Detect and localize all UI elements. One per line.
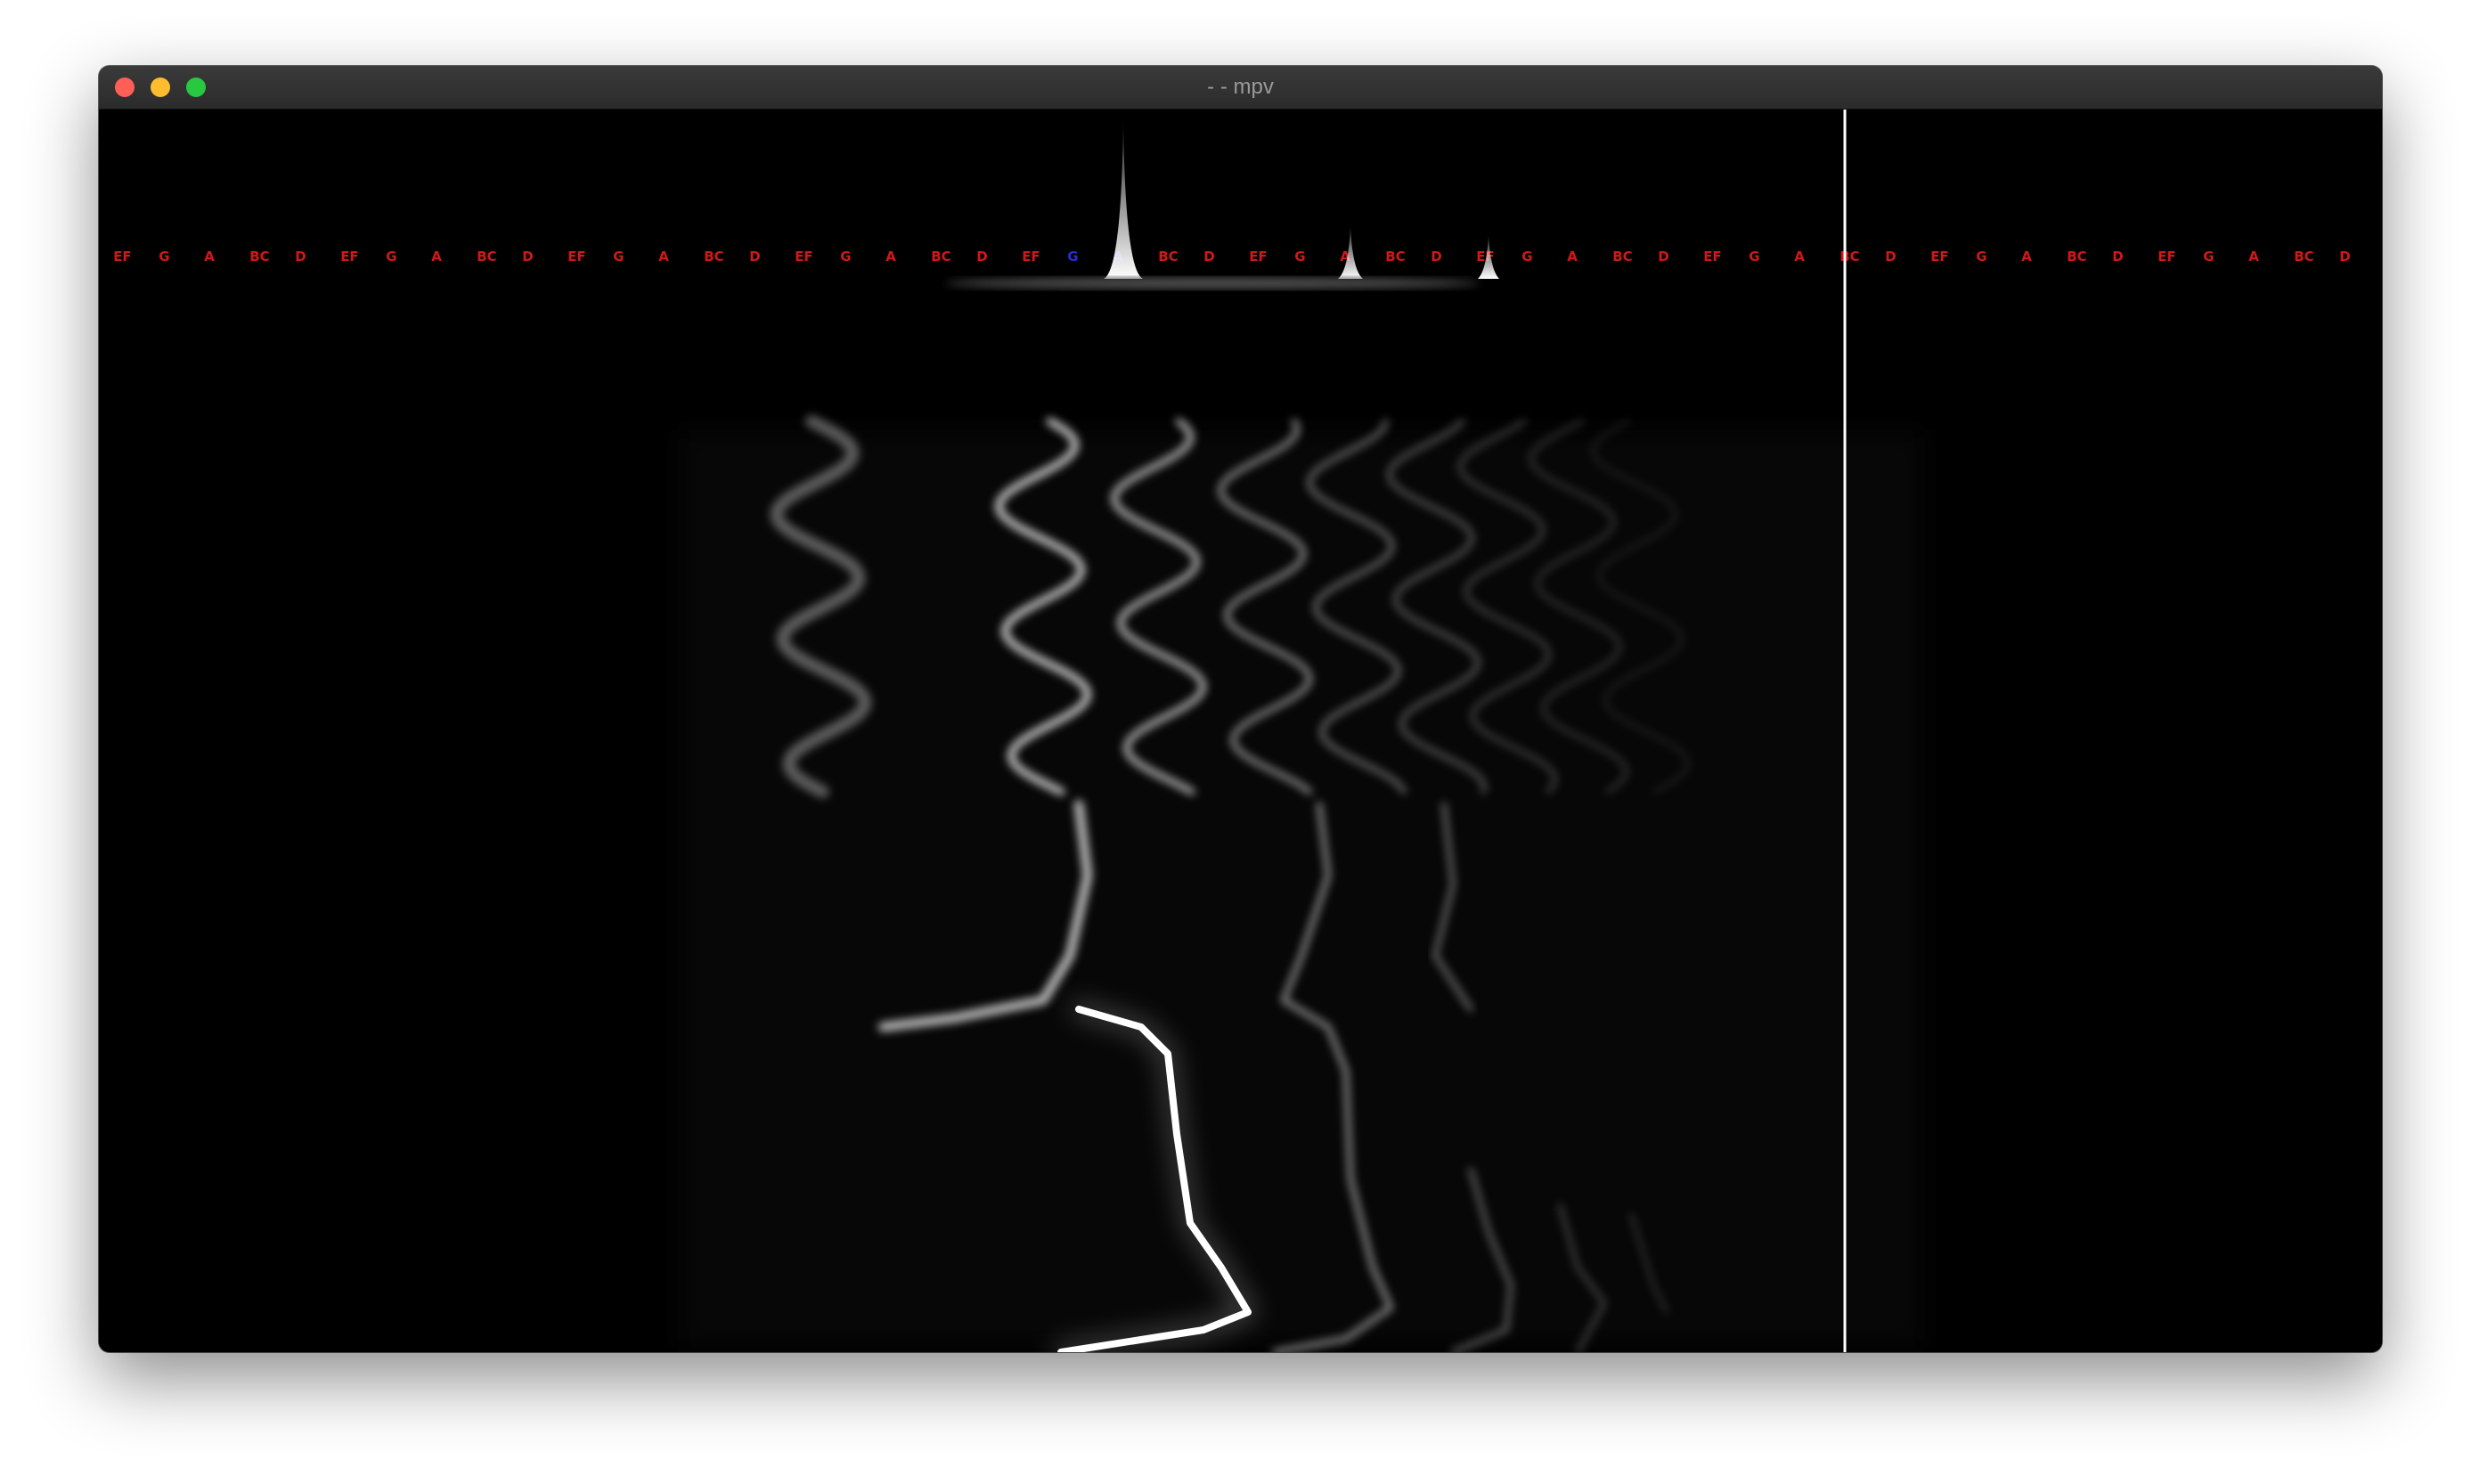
note-label: EF	[1930, 249, 1949, 265]
video-area[interactable]: EF G A BC D EF G A BC D EF G A BC D EF G A BC D EF G A BC D EF G A B…	[99, 110, 2382, 1352]
note-label: G	[1976, 249, 1986, 265]
note-label: D	[295, 249, 306, 265]
note-label: G	[1067, 249, 1078, 265]
note-label: D	[522, 249, 533, 265]
note-label: EF	[567, 249, 586, 265]
note-label: A	[204, 249, 215, 265]
note-label: BC	[1840, 249, 1859, 265]
note-label: D	[1431, 249, 1441, 265]
window-title: - - mpv	[1207, 75, 1274, 99]
note-label: G	[840, 249, 851, 265]
note-label: G	[613, 249, 624, 265]
note-label: BC	[2067, 249, 2086, 265]
note-label: G	[1749, 249, 1759, 265]
note-label-row: EF G A BC D EF G A BC D EF G A BC D EF G A BC D EF G A BC D EF G A B…	[113, 249, 2350, 265]
note-label: BC	[2294, 249, 2313, 265]
note-label: G	[1521, 249, 1532, 265]
note-label: BC	[1612, 249, 1632, 265]
note-label: D	[1203, 249, 1214, 265]
note-label: EF	[2158, 249, 2176, 265]
note-label: EF	[795, 249, 813, 265]
note-label: D	[1885, 249, 1896, 265]
note-label: D	[976, 249, 987, 265]
note-label: G	[159, 249, 169, 265]
note-label: D	[749, 249, 760, 265]
note-label: BC	[1385, 249, 1405, 265]
note-label: EF	[1022, 249, 1040, 265]
note-label: A	[1567, 249, 1578, 265]
note-label: D	[1658, 249, 1668, 265]
spectrogram-visualizer: EF G A BC D EF G A BC D EF G A BC D EF G A BC D EF G A BC D EF G A B…	[99, 110, 2382, 1352]
note-label: BC	[931, 249, 950, 265]
desktop: - - mpv EF G A BC D EF G A BC D EF G A B…	[0, 0, 2480, 1484]
note-label: EF	[1249, 249, 1268, 265]
note-label: BC	[1158, 249, 1178, 265]
mpv-window[interactable]: - - mpv EF G A BC D EF G A BC D EF G A B…	[99, 66, 2382, 1352]
note-label: EF	[113, 249, 132, 265]
note-label: A	[885, 249, 896, 265]
note-label: G	[2203, 249, 2214, 265]
note-label: A	[2248, 249, 2259, 265]
note-label: BC	[477, 249, 496, 265]
note-label: A	[1794, 249, 1805, 265]
spectrum-peak	[1104, 118, 1143, 279]
note-label: A	[658, 249, 669, 265]
note-label: EF	[1703, 249, 1722, 265]
note-label: A	[431, 249, 442, 265]
note-label: BC	[249, 249, 269, 265]
note-label: BC	[704, 249, 723, 265]
note-label: G	[1294, 249, 1305, 265]
spectrum-baseline-glow	[945, 278, 1480, 289]
note-label: D	[2112, 249, 2123, 265]
note-label: EF	[340, 249, 359, 265]
title-bar[interactable]: - - mpv	[99, 66, 2382, 110]
note-label: A	[2021, 249, 2032, 265]
note-label: G	[386, 249, 396, 265]
note-label: D	[2339, 249, 2350, 265]
